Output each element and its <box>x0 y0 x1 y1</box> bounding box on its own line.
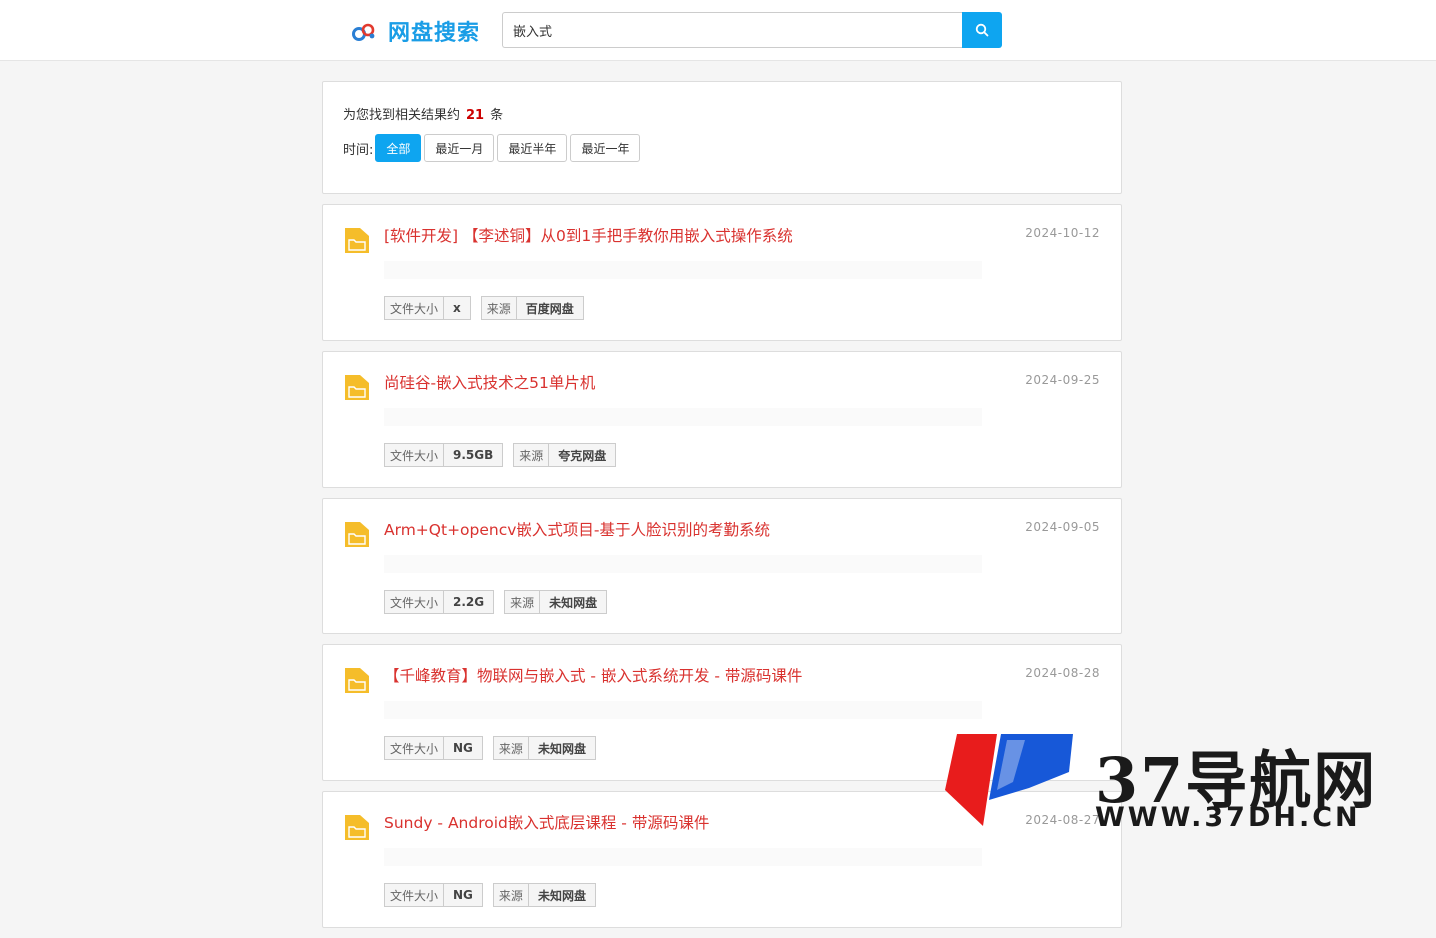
source-value: 未知网盘 <box>528 737 595 759</box>
search-summary-panel: 为您找到相关结果约 21 条 时间: 全部 最近一月 最近半年 最近一年 <box>322 81 1122 194</box>
file-size-label: 文件大小 <box>385 591 445 613</box>
result-card: [软件开发] 【李述铜】从0到1手把手教你用嵌入式操作系统 2024-10-12… <box>322 204 1122 341</box>
result-title-link[interactable]: 【千峰教育】物联网与嵌入式 - 嵌入式系统开发 - 带源码课件 <box>384 664 802 686</box>
cloud-logo-icon <box>352 23 375 41</box>
site-watermark: 37导航网 WWW.37DH.CN <box>945 730 1436 840</box>
source-tag: 来源 百度网盘 <box>480 296 584 320</box>
file-size-tag: 文件大小 x <box>384 296 471 320</box>
result-meta-tags: 文件大小 NG 来源 未知网盘 <box>384 883 606 907</box>
logo-text: 网盘搜索 <box>388 21 481 46</box>
folder-icon <box>345 815 369 840</box>
file-size-label: 文件大小 <box>385 737 445 759</box>
search-input[interactable] <box>502 12 962 48</box>
filter-last-month-button[interactable]: 最近一月 <box>424 134 495 162</box>
result-card: 尚硅谷-嵌入式技术之51单片机 2024-09-25 文件大小 9.5GB 来源… <box>322 351 1122 488</box>
source-label: 来源 <box>514 444 550 466</box>
file-size-label: 文件大小 <box>385 884 445 906</box>
filter-all-button[interactable]: 全部 <box>375 134 422 162</box>
search-button[interactable] <box>962 12 1002 48</box>
search-icon <box>975 23 989 37</box>
result-title-link[interactable]: 尚硅谷-嵌入式技术之51单片机 <box>384 371 595 393</box>
result-date: 2024-10-12 <box>1025 226 1100 240</box>
result-description-placeholder <box>384 555 982 573</box>
result-count: 21 <box>466 108 485 123</box>
file-size-tag: 文件大小 9.5GB <box>384 443 504 467</box>
filter-last-half-year-button[interactable]: 最近半年 <box>497 134 568 162</box>
file-size-value: NG <box>444 884 482 906</box>
result-date: 2024-09-25 <box>1025 373 1100 387</box>
file-size-value: NG <box>444 737 482 759</box>
result-count-suffix: 条 <box>490 108 504 123</box>
site-logo[interactable]: 网盘搜索 <box>350 14 480 48</box>
file-size-value: 2.2G <box>444 591 494 613</box>
folder-icon <box>345 522 369 547</box>
file-size-label: 文件大小 <box>385 297 445 319</box>
result-description-placeholder <box>384 848 982 866</box>
file-size-value: 9.5GB <box>444 444 503 466</box>
result-title-link[interactable]: Arm+Qt+opencv嵌入式项目-基于人脸识别的考勤系统 <box>384 518 770 540</box>
result-description-placeholder <box>384 701 982 719</box>
source-value: 未知网盘 <box>540 591 607 613</box>
source-tag: 来源 未知网盘 <box>504 590 608 614</box>
file-size-label: 文件大小 <box>385 444 445 466</box>
result-meta-tags: 文件大小 9.5GB 来源 夸克网盘 <box>384 443 626 467</box>
time-filter-row: 时间: 全部 最近一月 最近半年 最近一年 <box>343 134 643 162</box>
folder-icon <box>345 668 369 693</box>
result-description-placeholder <box>384 408 982 426</box>
result-title-link[interactable]: [软件开发] 【李述铜】从0到1手把手教你用嵌入式操作系统 <box>384 224 793 246</box>
source-tag: 来源 未知网盘 <box>492 883 596 907</box>
result-description-placeholder <box>384 261 982 279</box>
result-meta-tags: 文件大小 2.2G 来源 未知网盘 <box>384 590 617 614</box>
result-date: 2024-09-05 <box>1025 520 1100 534</box>
source-value: 夸克网盘 <box>549 444 616 466</box>
source-tag: 来源 未知网盘 <box>492 736 596 760</box>
result-count-prefix: 为您找到相关结果约 <box>343 108 461 123</box>
folder-icon <box>345 228 369 253</box>
result-meta-tags: 文件大小 x 来源 百度网盘 <box>384 296 594 320</box>
file-size-tag: 文件大小 2.2G <box>384 590 495 614</box>
result-count-line: 为您找到相关结果约 21 条 <box>343 104 503 123</box>
source-value: 百度网盘 <box>516 297 583 319</box>
result-title-link[interactable]: Sundy - Android嵌入式底层课程 - 带源码课件 <box>384 811 709 833</box>
source-label: 来源 <box>493 884 529 906</box>
time-filter-label: 时间: <box>343 142 374 158</box>
result-meta-tags: 文件大小 NG 来源 未知网盘 <box>384 736 606 760</box>
source-label: 来源 <box>481 297 517 319</box>
watermark-logo-icon <box>945 734 1073 826</box>
source-value: 未知网盘 <box>528 884 595 906</box>
result-card: Arm+Qt+opencv嵌入式项目-基于人脸识别的考勤系统 2024-09-0… <box>322 498 1122 634</box>
file-size-value: x <box>444 297 470 319</box>
folder-icon <box>345 375 369 400</box>
filter-last-year-button[interactable]: 最近一年 <box>570 134 641 162</box>
source-tag: 来源 夸克网盘 <box>513 443 617 467</box>
top-header: 网盘搜索 <box>0 0 1436 61</box>
watermark-url: WWW.37DH.CN <box>1095 802 1361 833</box>
file-size-tag: 文件大小 NG <box>384 883 483 907</box>
source-label: 来源 <box>505 591 541 613</box>
file-size-tag: 文件大小 NG <box>384 736 483 760</box>
source-label: 来源 <box>493 737 529 759</box>
search-form <box>502 12 1002 48</box>
result-date: 2024-08-28 <box>1025 666 1100 680</box>
